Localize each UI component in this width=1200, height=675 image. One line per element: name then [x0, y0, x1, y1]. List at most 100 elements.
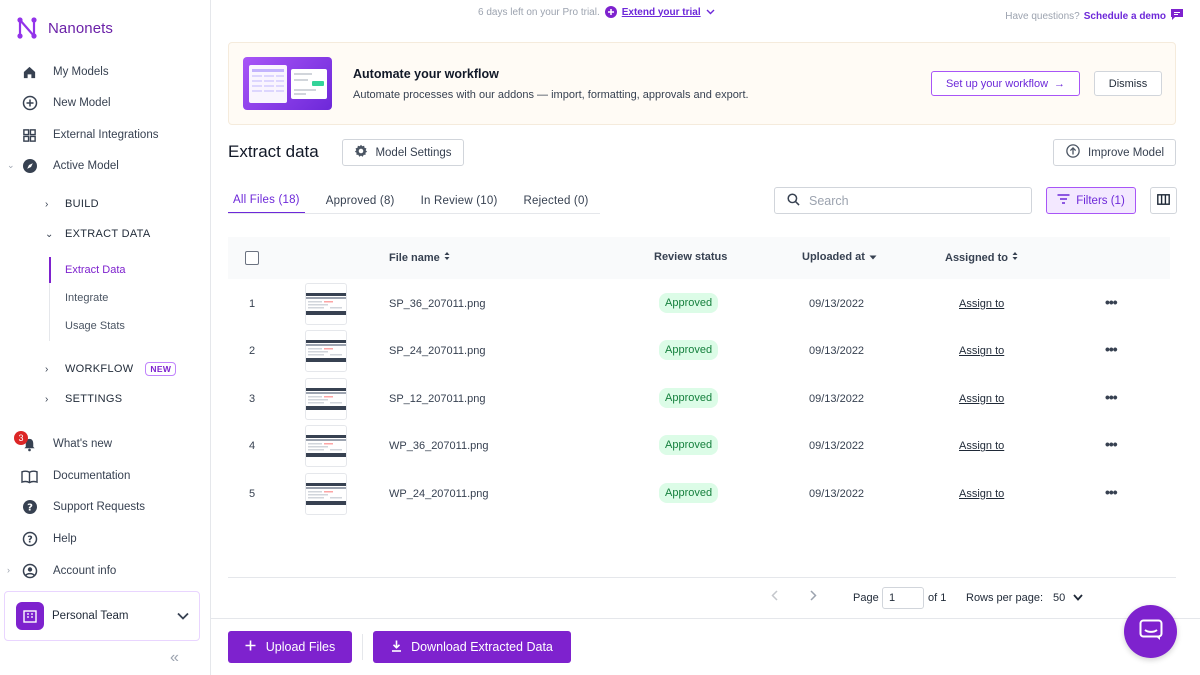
- plus-circle-icon: [604, 6, 617, 18]
- chevron-down-icon: ⌄: [7, 160, 15, 170]
- assign-to-link[interactable]: Assign to: [959, 393, 1004, 405]
- file-thumbnail[interactable]: [305, 330, 347, 373]
- rows-per-page-select[interactable]: 50: [1048, 589, 1090, 607]
- column-label: Uploaded at: [802, 251, 865, 263]
- tab-rejected[interactable]: Rejected (0): [519, 188, 594, 214]
- assign-to-link[interactable]: Assign to: [959, 345, 1004, 357]
- sidebar-item-active-model[interactable]: ⌄ Active Model: [0, 152, 210, 180]
- sidebar-item-external-integrations[interactable]: External Integrations: [0, 121, 210, 149]
- more-options-icon[interactable]: •••: [1105, 484, 1118, 500]
- file-thumbnail[interactable]: [305, 377, 347, 420]
- sidebar-leaf-integrate[interactable]: Integrate: [65, 285, 108, 311]
- setup-workflow-button[interactable]: Set up your workflow →: [931, 71, 1080, 96]
- previous-page-icon[interactable]: [771, 590, 778, 604]
- assign-to-link[interactable]: Assign to: [959, 488, 1004, 500]
- columns-icon: [1157, 193, 1170, 208]
- nanonets-logo-icon: [17, 17, 37, 39]
- tab-all-files[interactable]: All Files (18): [228, 188, 305, 214]
- section-label: BUILD: [65, 198, 99, 210]
- file-thumbnail[interactable]: [305, 425, 347, 468]
- chevron-down-icon: [1073, 592, 1083, 604]
- dismiss-button[interactable]: Dismiss: [1094, 71, 1162, 96]
- sidebar-leaf-usage-stats[interactable]: Usage Stats: [65, 313, 125, 339]
- file-name[interactable]: SP_36_207011.png: [389, 298, 485, 310]
- sidebar-section-settings[interactable]: › SETTINGS: [45, 386, 122, 412]
- improve-model-button[interactable]: Improve Model: [1053, 139, 1176, 166]
- sidebar-section-extract-data[interactable]: ⌄ EXTRACT DATA: [45, 221, 151, 247]
- search-box: [774, 187, 1032, 214]
- uploaded-date: 09/13/2022: [809, 298, 865, 310]
- row-number: 2: [249, 345, 256, 358]
- chat-bubble-icon: [1170, 8, 1184, 24]
- file-thumbnail[interactable]: [305, 283, 347, 325]
- section-label: SETTINGS: [65, 393, 123, 405]
- collapse-sidebar-icon[interactable]: «: [170, 649, 179, 667]
- button-label: Upload Files: [265, 640, 336, 654]
- sidebar-section-workflow[interactable]: › WORKFLOW NEW: [45, 356, 177, 382]
- tab-in-review[interactable]: In Review (10): [416, 188, 503, 214]
- tab-approved[interactable]: Approved (8): [321, 188, 400, 214]
- upload-files-button[interactable]: Upload Files: [228, 631, 352, 663]
- filters-button[interactable]: Filters (1): [1046, 187, 1136, 214]
- schedule-demo-link[interactable]: Schedule a demo: [1084, 11, 1166, 22]
- column-header-uploaded-at[interactable]: Uploaded at: [802, 251, 877, 263]
- button-label: Improve Model: [1087, 146, 1165, 159]
- team-switcher[interactable]: Personal Team: [4, 591, 200, 641]
- row-number: 5: [249, 487, 256, 500]
- more-options-icon[interactable]: •••: [1105, 389, 1118, 405]
- table-row[interactable]: 3 SP_12_207011.png Approved 09/13/2022 Assig…: [228, 375, 1170, 422]
- sidebar-leaf-extract-data[interactable]: Extract Data: [65, 257, 126, 283]
- assign-to-link[interactable]: Assign to: [959, 440, 1004, 452]
- sidebar: Nanonets My Models New Model External In…: [0, 0, 211, 675]
- download-extracted-data-button[interactable]: Download Extracted Data: [373, 631, 571, 663]
- file-name[interactable]: SP_24_207011.png: [389, 345, 485, 357]
- sidebar-item-new-model[interactable]: New Model: [0, 89, 210, 117]
- uploaded-date: 09/13/2022: [809, 392, 865, 405]
- file-name[interactable]: SP_12_207011.png: [389, 393, 485, 405]
- file-name[interactable]: WP_24_207011.png: [389, 488, 489, 500]
- team-icon: [16, 602, 44, 630]
- more-options-icon[interactable]: •••: [1105, 436, 1118, 452]
- table-row[interactable]: 2 SP_24_207011.png Approved 09/13/2022 Assig…: [228, 327, 1170, 374]
- plus-icon: [245, 640, 256, 654]
- file-name[interactable]: WP_36_207011.png: [389, 440, 489, 452]
- section-label: EXTRACT DATA: [65, 228, 151, 240]
- sidebar-item-help[interactable]: ? Help: [0, 525, 210, 553]
- page-number-input[interactable]: [882, 587, 924, 609]
- more-options-icon[interactable]: •••: [1105, 341, 1118, 357]
- sidebar-item-documentation[interactable]: Documentation: [0, 462, 210, 490]
- chevron-right-icon: ›: [45, 363, 49, 375]
- extend-trial-link[interactable]: Extend your trial: [622, 7, 701, 18]
- table-row[interactable]: 4 WP_36_207011.png Approved 09/13/2022 Assig…: [228, 422, 1170, 469]
- brand[interactable]: Nanonets: [16, 16, 113, 40]
- table-row[interactable]: 5 WP_24_207011.png Approved 09/13/2022 Assig…: [228, 470, 1170, 517]
- column-header-assigned-to[interactable]: Assigned to: [945, 251, 1018, 264]
- filter-icon: [1057, 194, 1070, 207]
- status-badge: Approved: [659, 293, 719, 313]
- chat-launcher-button[interactable]: [1124, 605, 1177, 658]
- sidebar-item-label: External Integrations: [53, 129, 159, 141]
- team-name: Personal Team: [52, 610, 129, 622]
- column-header-file-name[interactable]: File name: [389, 251, 450, 264]
- sidebar-item-my-models[interactable]: My Models: [0, 58, 210, 86]
- table-row[interactable]: 1 SP_36_207011.png Approved 09/13/2022 Assig…: [228, 280, 1170, 327]
- rows-per-page-label: Rows per page:: [966, 592, 1044, 604]
- sidebar-item-support-requests[interactable]: ? Support Requests: [0, 493, 210, 521]
- more-options-icon[interactable]: •••: [1105, 294, 1118, 310]
- account-icon: [21, 563, 38, 580]
- sidebar-section-build[interactable]: › BUILD: [45, 191, 99, 217]
- assign-to-link[interactable]: Assign to: [959, 298, 1004, 310]
- arrow-right-icon: →: [1054, 77, 1066, 90]
- row-number: 3: [249, 392, 256, 405]
- search-input[interactable]: [809, 193, 1009, 208]
- file-thumbnail[interactable]: [305, 472, 347, 515]
- columns-toggle-button[interactable]: [1150, 187, 1177, 214]
- help-question: Have questions?: [1005, 10, 1080, 22]
- next-page-icon[interactable]: [810, 590, 817, 604]
- sidebar-item-whats-new[interactable]: What's new: [0, 430, 210, 458]
- sidebar-item-account-info[interactable]: › Account info: [0, 557, 210, 585]
- select-all-checkbox[interactable]: [245, 251, 259, 265]
- model-settings-button[interactable]: Model Settings: [342, 139, 464, 166]
- sidebar-item-label: New Model: [53, 97, 111, 109]
- chevron-down-icon[interactable]: [706, 7, 715, 18]
